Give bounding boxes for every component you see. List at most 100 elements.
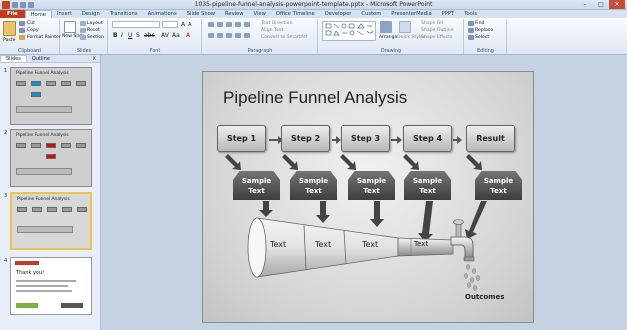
select-icon[interactable] — [468, 35, 474, 40]
justify-icon[interactable] — [235, 33, 241, 38]
sample-box-5[interactable]: Sample Text — [475, 171, 522, 200]
tab-view[interactable]: View — [249, 10, 271, 18]
slide-thumbnail-row: 4 Thank you! — [2, 257, 98, 319]
copy-button[interactable]: Copy — [27, 28, 39, 33]
decrease-indent-icon[interactable] — [226, 22, 232, 27]
sample-box-1[interactable]: Sample Text — [233, 171, 280, 200]
tab-outline[interactable]: Outline — [27, 56, 55, 62]
tab-slides[interactable]: Slides — [0, 55, 27, 62]
find-button[interactable]: Find — [475, 21, 484, 26]
section-button[interactable]: Section — [87, 35, 104, 40]
outcomes-label[interactable]: Outcomes — [465, 293, 504, 301]
strikethrough-icon[interactable]: abc — [144, 32, 155, 39]
line-spacing-icon[interactable] — [244, 22, 250, 27]
step-box-1[interactable]: Step 1 — [217, 125, 266, 152]
font-color-icon[interactable]: A — [186, 32, 190, 39]
minimize-button[interactable]: – — [577, 0, 593, 9]
numbering-icon[interactable] — [217, 22, 223, 27]
change-case-icon[interactable]: Aa — [172, 32, 180, 39]
maximize-button[interactable]: □ — [593, 0, 609, 9]
font-name-box[interactable] — [112, 21, 160, 28]
increase-indent-icon[interactable] — [235, 22, 241, 27]
shrink-font-icon[interactable]: A — [188, 22, 191, 28]
char-spacing-icon[interactable]: AV — [161, 32, 169, 39]
close-panel-icon[interactable]: x — [92, 55, 96, 62]
cut-icon[interactable] — [19, 21, 25, 26]
thumb-step — [46, 143, 56, 148]
shape-outline-button[interactable]: Shape Outline — [421, 28, 453, 33]
slide-thumbnail-3[interactable]: Pipeline Funnel Analysis — [10, 192, 92, 250]
bullets-icon[interactable] — [208, 22, 214, 27]
replace-icon[interactable] — [468, 28, 474, 33]
copy-icon[interactable] — [19, 28, 25, 33]
paste-icon[interactable] — [3, 21, 16, 36]
funnel-label-4[interactable]: Text — [414, 240, 428, 248]
reset-icon[interactable] — [80, 28, 86, 33]
funnel-label-1[interactable]: Text — [270, 240, 286, 249]
arrange-button[interactable]: Arrange — [379, 35, 397, 40]
tab-tools[interactable]: Tools — [459, 10, 482, 18]
tab-design[interactable]: Design — [77, 10, 105, 18]
editing-group: Find Replace Select Editing — [465, 19, 507, 54]
underline-icon[interactable]: U — [128, 32, 132, 39]
section-icon[interactable] — [80, 35, 86, 40]
align-right-icon[interactable] — [226, 33, 232, 38]
quick-styles-icon[interactable] — [399, 21, 411, 33]
slide-thumbnail-4[interactable]: Thank you! — [10, 257, 92, 315]
step-box-4[interactable]: Step 4 — [403, 125, 452, 152]
shape-effects-button[interactable]: Shape Effects — [421, 35, 452, 40]
replace-button[interactable]: Replace — [475, 28, 493, 33]
tab-custom[interactable]: Custom — [356, 10, 386, 18]
new-slide-icon[interactable] — [64, 21, 76, 33]
arrange-icon[interactable] — [380, 21, 392, 33]
tab-review[interactable]: Review — [220, 10, 249, 18]
bold-icon[interactable]: B — [113, 32, 118, 39]
slide-canvas[interactable]: Pipeline Funnel Analysis Step 1 Step 2 S… — [202, 71, 534, 323]
tab-developer[interactable]: Developer — [320, 10, 357, 18]
format-painter-button[interactable]: Format Painter — [27, 35, 61, 40]
layout-icon[interactable] — [80, 21, 86, 26]
format-painter-icon[interactable] — [19, 35, 25, 40]
drawing-label: Drawing — [381, 49, 401, 54]
sample-box-3[interactable]: Sample Text — [348, 171, 395, 200]
close-button[interactable]: ✕ — [609, 0, 625, 9]
tab-home[interactable]: Home — [24, 10, 52, 18]
sample-box-2[interactable]: Sample Text — [290, 171, 337, 200]
align-left-icon[interactable] — [208, 33, 214, 38]
align-center-icon[interactable] — [217, 33, 223, 38]
layout-button[interactable]: Layout — [87, 21, 103, 26]
columns-icon[interactable] — [244, 33, 250, 38]
funnel-label-2[interactable]: Text — [315, 240, 331, 249]
tab-slide-show[interactable]: Slide Show — [182, 10, 220, 18]
sample-box-4[interactable]: Sample Text — [404, 171, 451, 200]
tab-pppt[interactable]: PPPT — [437, 10, 460, 18]
align-text-button[interactable]: Align Text — [261, 28, 283, 33]
font-size-box[interactable] — [162, 21, 178, 28]
step-box-result[interactable]: Result — [466, 125, 515, 152]
cut-button[interactable]: Cut — [27, 21, 35, 26]
tab-office-timeline[interactable]: Office Timeline — [271, 10, 320, 18]
tab-file[interactable]: File — [0, 10, 25, 18]
convert-smartart-button[interactable]: Convert to SmartArt — [261, 35, 307, 40]
select-button[interactable]: Select — [475, 35, 489, 40]
tab-transitions[interactable]: Transitions — [105, 10, 143, 18]
tab-animations[interactable]: Animations — [143, 10, 182, 18]
shadow-icon[interactable]: S — [136, 32, 140, 39]
grow-font-icon[interactable]: A — [181, 21, 185, 28]
step-box-3[interactable]: Step 3 — [341, 125, 390, 152]
text-direction-button[interactable]: Text Direction — [261, 21, 293, 26]
sample-text: Sample Text — [483, 176, 514, 195]
find-icon[interactable] — [468, 21, 474, 26]
clipboard-group: Paste Cut Copy Format Painter Clipboard — [0, 19, 61, 54]
paste-button[interactable]: Paste — [3, 38, 15, 43]
step-box-2[interactable]: Step 2 — [281, 125, 330, 152]
shape-fill-button[interactable]: Shape Fill — [421, 21, 443, 26]
italic-icon[interactable]: I — [121, 32, 123, 39]
funnel-label-3[interactable]: Text — [362, 240, 378, 249]
shapes-gallery[interactable] — [322, 21, 376, 41]
slide-thumbnail-1[interactable]: Pipeline Funnel Analysis — [10, 67, 92, 125]
slide-thumbnail-2[interactable]: Pipeline Funnel Analysis — [10, 129, 92, 187]
tab-presentermedia[interactable]: PresenterMedia — [386, 10, 436, 18]
tab-insert[interactable]: Insert — [52, 10, 77, 18]
reset-button[interactable]: Reset — [87, 28, 100, 33]
